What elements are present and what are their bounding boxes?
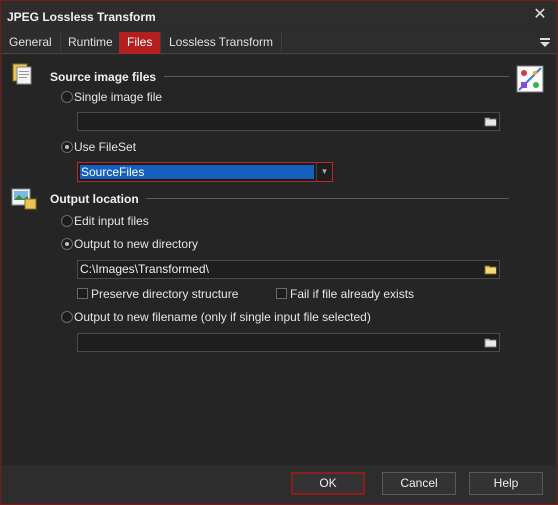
output-new-directory-label: Output to new directory (74, 237, 199, 251)
folder-browse-icon[interactable] (484, 263, 498, 276)
files-icon (11, 63, 37, 87)
cancel-button[interactable]: Cancel (382, 472, 456, 495)
files-panel: Source image files Single image file Use… (3, 55, 555, 465)
output-new-filename-radio[interactable] (61, 311, 73, 323)
edit-input-files-radio[interactable] (61, 215, 73, 227)
single-image-radio[interactable] (61, 91, 73, 103)
output-section-divider (146, 198, 509, 199)
menu-icon[interactable] (539, 36, 551, 48)
single-image-label: Single image file (74, 90, 163, 104)
fail-if-exists-checkbox[interactable] (276, 288, 287, 299)
output-filename-input[interactable] (77, 333, 500, 352)
title-bar: JPEG Lossless Transform ✕ (1, 1, 557, 31)
source-section-divider (164, 76, 509, 77)
ok-button[interactable]: OK (291, 472, 365, 495)
use-fileset-radio[interactable] (61, 141, 73, 153)
folder-browse-icon[interactable] (484, 115, 498, 128)
edit-input-files-label: Edit input files (74, 214, 149, 228)
fileset-dropdown-value: SourceFiles (80, 165, 314, 179)
tab-runtime[interactable]: Runtime (60, 32, 122, 54)
tab-lossless-transform[interactable]: Lossless Transform (161, 32, 283, 54)
help-button[interactable]: Help (469, 472, 543, 495)
close-icon: ✕ (533, 6, 547, 23)
output-directory-input[interactable]: C:\Images\Transformed\ (77, 260, 500, 279)
window-title: JPEG Lossless Transform (7, 10, 156, 24)
folder-browse-icon[interactable] (484, 336, 498, 349)
fail-if-exists-label: Fail if file already exists (290, 287, 415, 301)
output-new-filename-label: Output to new filename (only if single i… (74, 310, 371, 324)
use-fileset-label: Use FileSet (74, 140, 137, 154)
tab-general[interactable]: General (1, 32, 61, 54)
output-section-title: Output location (50, 192, 139, 206)
preserve-structure-label: Preserve directory structure (91, 287, 239, 301)
output-new-directory-radio[interactable] (61, 238, 73, 250)
transform-graphic-icon (516, 65, 544, 93)
chevron-down-icon[interactable]: ▼ (316, 163, 332, 181)
dialog-footer: OK Cancel Help (1, 466, 557, 504)
preserve-structure-checkbox[interactable] (77, 288, 88, 299)
fileset-dropdown[interactable]: SourceFiles ▼ (77, 162, 333, 182)
single-image-input[interactable] (77, 112, 500, 131)
source-section-title: Source image files (50, 70, 157, 84)
output-location-icon (11, 187, 37, 211)
dialog-window: JPEG Lossless Transform ✕ General Runtim… (0, 0, 558, 505)
tab-bar: General Runtime Files Lossless Transform (1, 32, 557, 54)
tab-files[interactable]: Files (119, 32, 162, 54)
close-button[interactable]: ✕ (531, 6, 549, 24)
